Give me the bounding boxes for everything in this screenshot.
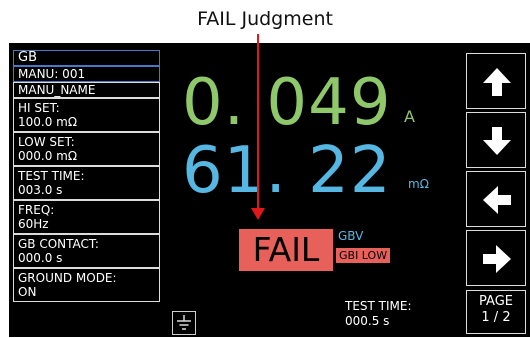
settings-sidebar: GB MANU: 001 MANU_NAME HI SET: 100.0 mΩ … (13, 50, 160, 302)
gb-contact-value: 000.0 s (18, 251, 63, 265)
freq-value: 60Hz (18, 217, 49, 231)
low-set-field[interactable]: LOW SET: 000.0 mΩ (13, 132, 160, 166)
freq-label: FREQ: (18, 203, 55, 217)
manu-name[interactable]: MANU_NAME (13, 82, 160, 98)
mode-title: GB (13, 50, 160, 66)
page-button[interactable]: PAGE 1 / 2 (466, 290, 526, 334)
elapsed-time-label: TEST TIME: (345, 299, 412, 313)
resistance-unit: mΩ (408, 177, 429, 191)
test-time-label: TEST TIME: (18, 169, 85, 183)
right-button[interactable] (466, 230, 526, 286)
up-button[interactable] (466, 53, 526, 109)
annotation-arrow-line (257, 34, 259, 210)
arrow-up-icon (483, 68, 511, 96)
hi-set-label: HI SET: (18, 101, 60, 115)
arrow-right-icon (483, 245, 511, 273)
caption-fail-judgment: FAIL Judgment (197, 8, 333, 30)
down-button[interactable] (466, 112, 526, 168)
ground-mode-value: ON (18, 285, 37, 299)
left-button[interactable] (466, 171, 526, 227)
low-set-label: LOW SET: (18, 135, 75, 149)
test-time-value: 003.0 s (18, 183, 63, 197)
page-label: PAGE (479, 294, 513, 309)
manu-number[interactable]: MANU: 001 (13, 66, 160, 82)
gb-contact-label: GB CONTACT: (18, 237, 99, 251)
elapsed-time: TEST TIME: 000.5 s (345, 299, 412, 329)
ground-icon[interactable] (172, 311, 196, 335)
ground-mode-field[interactable]: GROUND MODE: ON (13, 268, 160, 302)
arrow-down-icon (483, 127, 511, 155)
low-set-value: 000.0 mΩ (18, 149, 78, 163)
freq-field[interactable]: FREQ: 60Hz (13, 200, 160, 234)
elapsed-time-value: 000.5 s (345, 314, 390, 328)
test-time-field[interactable]: TEST TIME: 003.0 s (13, 166, 160, 200)
navigation-buttons (466, 53, 526, 289)
ground-mode-label: GROUND MODE: (18, 271, 117, 285)
page-indicator: 1 / 2 (481, 310, 511, 325)
annotation-arrow-head (251, 208, 265, 220)
current-reading: 0. 049 (182, 66, 392, 140)
current-unit: A (404, 107, 415, 126)
tester-screen: GB MANU: 001 MANU_NAME HI SET: 100.0 mΩ … (9, 43, 530, 337)
gb-contact-field[interactable]: GB CONTACT: 000.0 s (13, 234, 160, 268)
hi-set-field[interactable]: HI SET: 100.0 mΩ (13, 98, 160, 132)
hi-set-value: 100.0 mΩ (18, 115, 78, 129)
fail-badge: FAIL (239, 229, 333, 271)
fail-reason-badge: GBI LOW (336, 248, 391, 263)
arrow-left-icon (483, 186, 511, 214)
resistance-reading: 61. 22 (182, 134, 392, 208)
test-mode-label: GBV (338, 229, 364, 243)
